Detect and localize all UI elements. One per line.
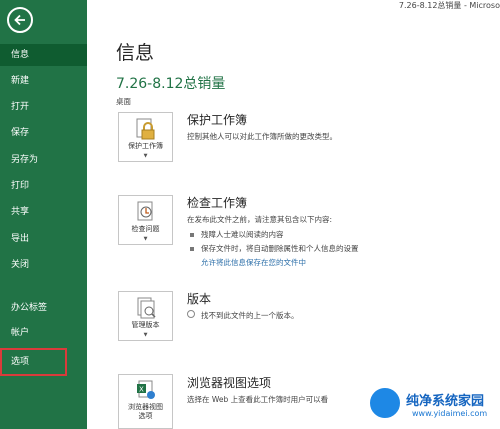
nav-info[interactable]: 信息 (0, 44, 87, 66)
nav-save-as[interactable]: 另存为 (0, 149, 87, 171)
watermark-url: www.yidaimei.com (412, 409, 488, 418)
nav-print[interactable]: 打印 (0, 175, 87, 197)
backstage-sidebar: 信息 新建 打开 保存 另存为 打印 共享 导出 关闭 办公标签 帐户 选项 (0, 0, 87, 429)
nav-share[interactable]: 共享 (0, 201, 87, 223)
nav-new[interactable]: 新建 (0, 70, 87, 92)
protect-description: 控制其他人可以对此工作簿所做的更改类型。 (187, 132, 337, 141)
chevron-down-icon: ▼ (143, 236, 148, 242)
protect-title: 保护工作簿 (187, 113, 248, 127)
nav-export[interactable]: 导出 (0, 228, 87, 250)
watermark-name: 纯净系统家园 (406, 394, 485, 409)
watermark-logo-icon (368, 386, 402, 420)
inspect-bullet: 残障人士难以阅读的内容 (190, 229, 284, 240)
versions-title: 版本 (187, 292, 212, 306)
inspect-title: 检查工作簿 (187, 196, 248, 210)
browser-view-label: 浏览器视图 选项 (128, 403, 163, 420)
browser-view-options-button[interactable]: X 浏览器视图 选项 (118, 374, 173, 429)
back-arrow-icon[interactable] (7, 7, 33, 33)
chevron-down-icon: ▼ (143, 153, 148, 159)
manage-versions-label: 管理版本 (131, 321, 160, 329)
check-issues-label: 检查问题 (131, 225, 160, 233)
nav-open[interactable]: 打开 (0, 96, 87, 118)
allow-save-info-link[interactable]: 允许将此信息保存在您的文件中 (201, 257, 306, 268)
versions-icon (135, 296, 157, 324)
file-name: 7.26-8.12总销量 (116, 76, 226, 92)
page-title: 信息 (116, 42, 155, 64)
nav-close[interactable]: 关闭 (0, 254, 87, 276)
excel-web-icon: X (135, 379, 157, 405)
protect-button-label: 保护工作簿 (128, 142, 163, 150)
no-versions-icon (187, 310, 195, 318)
nav-office-tab[interactable]: 办公标签 (0, 297, 87, 319)
protect-workbook-button[interactable]: 保护工作簿 ▼ (118, 112, 173, 162)
lock-icon (135, 117, 157, 145)
inspect-description: 在发布此文件之前，请注意其包含以下内容: (187, 215, 333, 224)
site-watermark: 纯净系统家园 www.yidaimei.com (360, 378, 500, 429)
chevron-down-icon: ▼ (143, 332, 148, 338)
nav-options[interactable]: 选项 (0, 348, 67, 376)
browser-view-title: 浏览器视图选项 (187, 376, 272, 390)
file-location: 桌面 (116, 97, 131, 106)
check-issues-button[interactable]: 检查问题 ▼ (118, 195, 173, 245)
inspect-bullet: 保存文件时，将自动删除属性和个人信息的设置 (190, 243, 359, 254)
window-title: 7.26-8.12总销量 - Microso (398, 1, 500, 10)
manage-versions-button[interactable]: 管理版本 ▼ (118, 291, 173, 341)
versions-description: 找不到此文件的上一个版本。 (201, 311, 299, 320)
inspect-document-icon (135, 200, 157, 228)
nav-save[interactable]: 保存 (0, 122, 87, 144)
nav-account[interactable]: 帐户 (0, 322, 87, 344)
svg-text:X: X (139, 386, 144, 394)
browser-view-description: 选择在 Web 上查看此工作簿时用户可以看 (187, 395, 329, 404)
